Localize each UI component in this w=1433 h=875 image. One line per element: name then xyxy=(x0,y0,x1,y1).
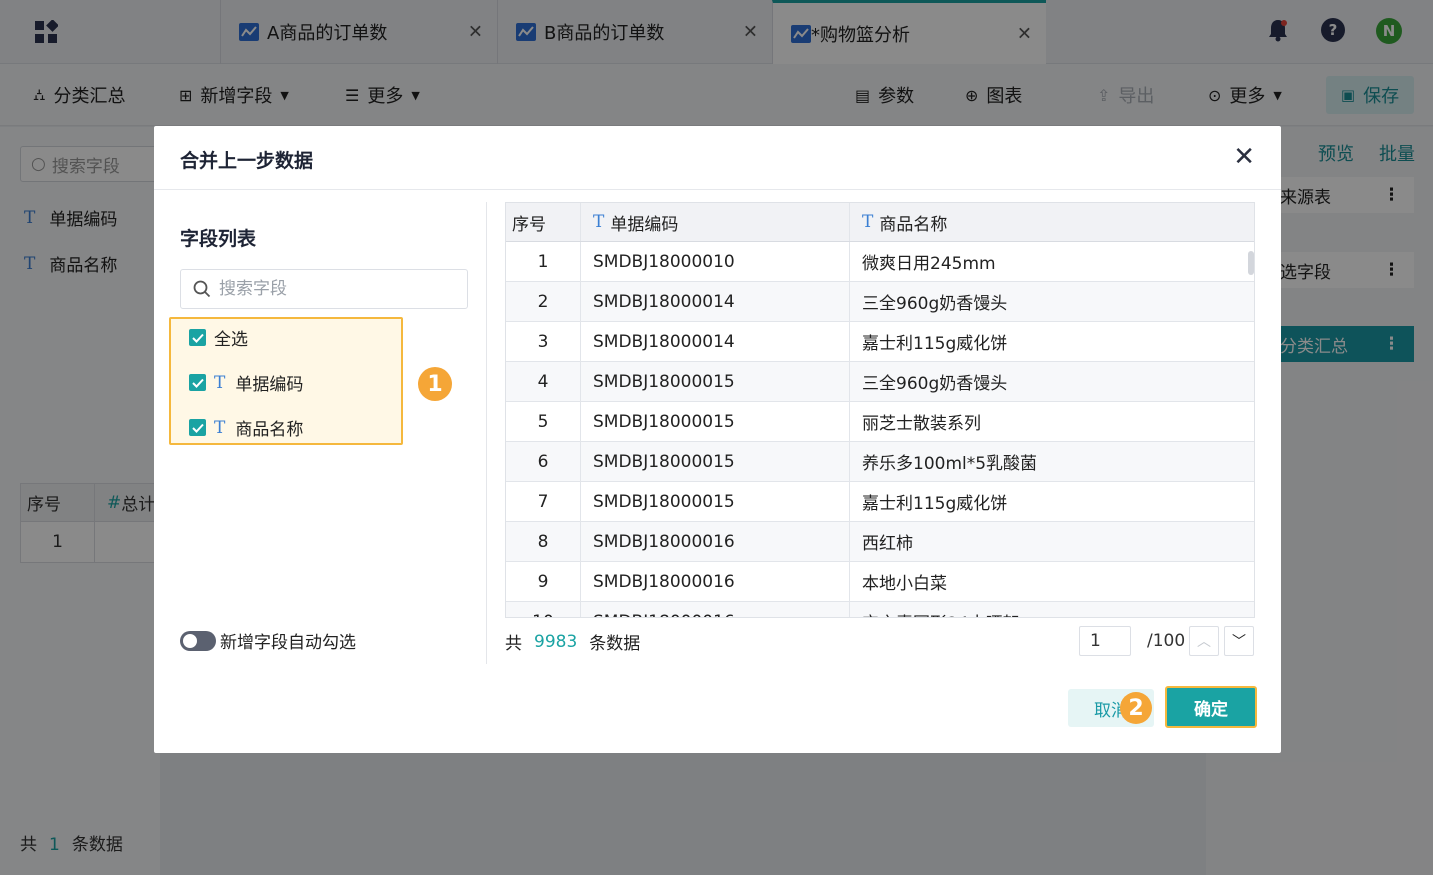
auto-check-toggle-row[interactable]: 新增字段自动勾选 xyxy=(180,628,356,653)
text-type-icon: T xyxy=(214,417,226,438)
header-cell: T 单据编码 xyxy=(581,203,850,241)
doc-code-cell: SMDBJ18000014 xyxy=(581,282,850,321)
field-search-input[interactable] xyxy=(180,269,468,309)
field-checkbox-item[interactable]: T 单据编码 xyxy=(189,370,303,395)
text-type-icon: T xyxy=(862,212,874,232)
select-all-label: 全选 xyxy=(214,330,248,350)
checkbox-checked-icon[interactable] xyxy=(189,419,206,436)
row-index: 3 xyxy=(506,322,581,361)
table-row: 9 SMDBJ18000016 本地小白菜 xyxy=(506,562,1254,602)
table-row: 8 SMDBJ18000016 西红柿 xyxy=(506,522,1254,562)
doc-code-cell: SMDBJ18000015 xyxy=(581,442,850,481)
product-name-cell: 嘉士利115g威化饼 xyxy=(862,334,1008,354)
search-field[interactable] xyxy=(219,279,459,299)
doc-code-cell: SMDBJ18000015 xyxy=(581,362,850,401)
confirm-button[interactable]: 确定 xyxy=(1165,686,1257,728)
close-icon[interactable]: ✕ xyxy=(1233,142,1255,172)
table-row: 6 SMDBJ18000015 养乐多100ml*5乳酸菌 xyxy=(506,442,1254,482)
dialog-title: 合并上一步数据 xyxy=(180,150,314,172)
product-name-cell: 三全960g奶香馒头 xyxy=(862,294,1008,314)
chevron-down-icon: ﹀ xyxy=(1232,634,1246,650)
toggle-switch[interactable] xyxy=(180,630,216,651)
field-list-title: 字段列表 xyxy=(180,228,257,250)
product-name-cell: 丽芝士散装系列 xyxy=(862,414,981,434)
row-index: 10 xyxy=(506,602,581,617)
row-index: 2 xyxy=(506,282,581,321)
text-type-icon: T xyxy=(593,212,605,232)
product-name-cell: 宝之素园形24夹晒架 xyxy=(850,602,1254,617)
doc-code-cell: SMDBJ18000010 xyxy=(581,242,850,281)
field-checklist-highlight: 全选 T 单据编码 T 商品名称 xyxy=(169,317,403,445)
table-row: 4 SMDBJ18000015 三全960g奶香馒头 xyxy=(506,362,1254,402)
field-label: 商品名称 xyxy=(235,420,304,440)
field-label: 单据编码 xyxy=(235,375,304,395)
table-row: 2 SMDBJ18000014 三全960g奶香馒头 xyxy=(506,282,1254,322)
table-row: 1 SMDBJ18000010 微爽日用245mm xyxy=(506,242,1254,282)
dialog-header: 合并上一步数据 ✕ xyxy=(154,126,1281,190)
total-number: 9983 xyxy=(534,631,578,652)
doc-code-cell: SMDBJ18000016 xyxy=(581,602,850,617)
select-all-checkbox[interactable]: 全选 xyxy=(189,325,248,350)
header-cell: 序号 xyxy=(506,203,581,241)
header-label: 商品名称 xyxy=(879,214,948,235)
table-row: 10SMDBJ18000016宝之素园形24夹晒架 xyxy=(506,602,1254,617)
row-index: 4 xyxy=(506,362,581,401)
header-cell: T 商品名称 xyxy=(850,203,1254,241)
preview-table: 序号 T 单据编码 T 商品名称 1 SMDBJ18000010 微爽日用245mm 2… xyxy=(505,202,1255,618)
doc-code-cell: SMDBJ18000016 xyxy=(581,562,850,601)
table-row: 5 SMDBJ18000015 丽芝士散装系列 xyxy=(506,402,1254,442)
row-index: 8 xyxy=(506,522,581,561)
table-row: 3 SMDBJ18000014 嘉士利115g威化饼 xyxy=(506,322,1254,362)
step-badge-1: 1 xyxy=(418,367,452,401)
row-index: 5 xyxy=(506,402,581,441)
product-name-cell: 三全960g奶香馒头 xyxy=(862,374,1008,394)
product-name-cell: 嘉士利115g威化饼 xyxy=(862,494,1008,514)
step-badge-2: 2 xyxy=(1120,692,1152,724)
product-name-cell: 养乐多100ml*5乳酸菌 xyxy=(862,454,1038,474)
header-label: 单据编码 xyxy=(610,214,679,235)
total-prefix: 共 xyxy=(505,634,522,654)
divider xyxy=(486,202,487,664)
chevron-up-icon: ︿ xyxy=(1197,634,1211,650)
table-row: 7 SMDBJ18000015 嘉士利115g威化饼 xyxy=(506,482,1254,522)
product-name-cell: 微爽日用245mm xyxy=(862,254,996,274)
checkbox-checked-icon[interactable] xyxy=(189,329,206,346)
page-down-button[interactable]: ﹀ xyxy=(1224,626,1254,656)
product-name-cell: 本地小白菜 xyxy=(862,574,947,594)
row-index: 1 xyxy=(506,242,581,281)
page-total: /100 xyxy=(1147,631,1186,651)
scrollbar-thumb[interactable] xyxy=(1248,251,1254,275)
doc-code-cell: SMDBJ18000014 xyxy=(581,322,850,361)
merge-dialog: 合并上一步数据 ✕ 字段列表 全选 T 单据编码 T 商品名称 1 新增字段自动… xyxy=(154,126,1281,753)
doc-code-cell: SMDBJ18000015 xyxy=(581,482,850,521)
page-up-button[interactable]: ︿ xyxy=(1189,626,1219,656)
doc-code-cell: SMDBJ18000016 xyxy=(581,522,850,561)
row-index: 7 xyxy=(506,482,581,521)
product-name-cell: 西红柿 xyxy=(862,534,913,554)
table-header: 序号 T 单据编码 T 商品名称 xyxy=(506,203,1254,242)
total-suffix: 条数据 xyxy=(589,634,641,654)
doc-code-cell: SMDBJ18000015 xyxy=(581,402,850,441)
search-icon xyxy=(193,280,211,298)
total-count: 共 9983 条数据 xyxy=(505,629,641,655)
row-index: 9 xyxy=(506,562,581,601)
row-index: 6 xyxy=(506,442,581,481)
text-type-icon: T xyxy=(214,372,226,393)
checkbox-checked-icon[interactable] xyxy=(189,374,206,391)
page-number-input[interactable]: 1 xyxy=(1079,626,1131,656)
toggle-label: 新增字段自动勾选 xyxy=(220,633,356,653)
field-checkbox-item[interactable]: T 商品名称 xyxy=(189,415,303,440)
